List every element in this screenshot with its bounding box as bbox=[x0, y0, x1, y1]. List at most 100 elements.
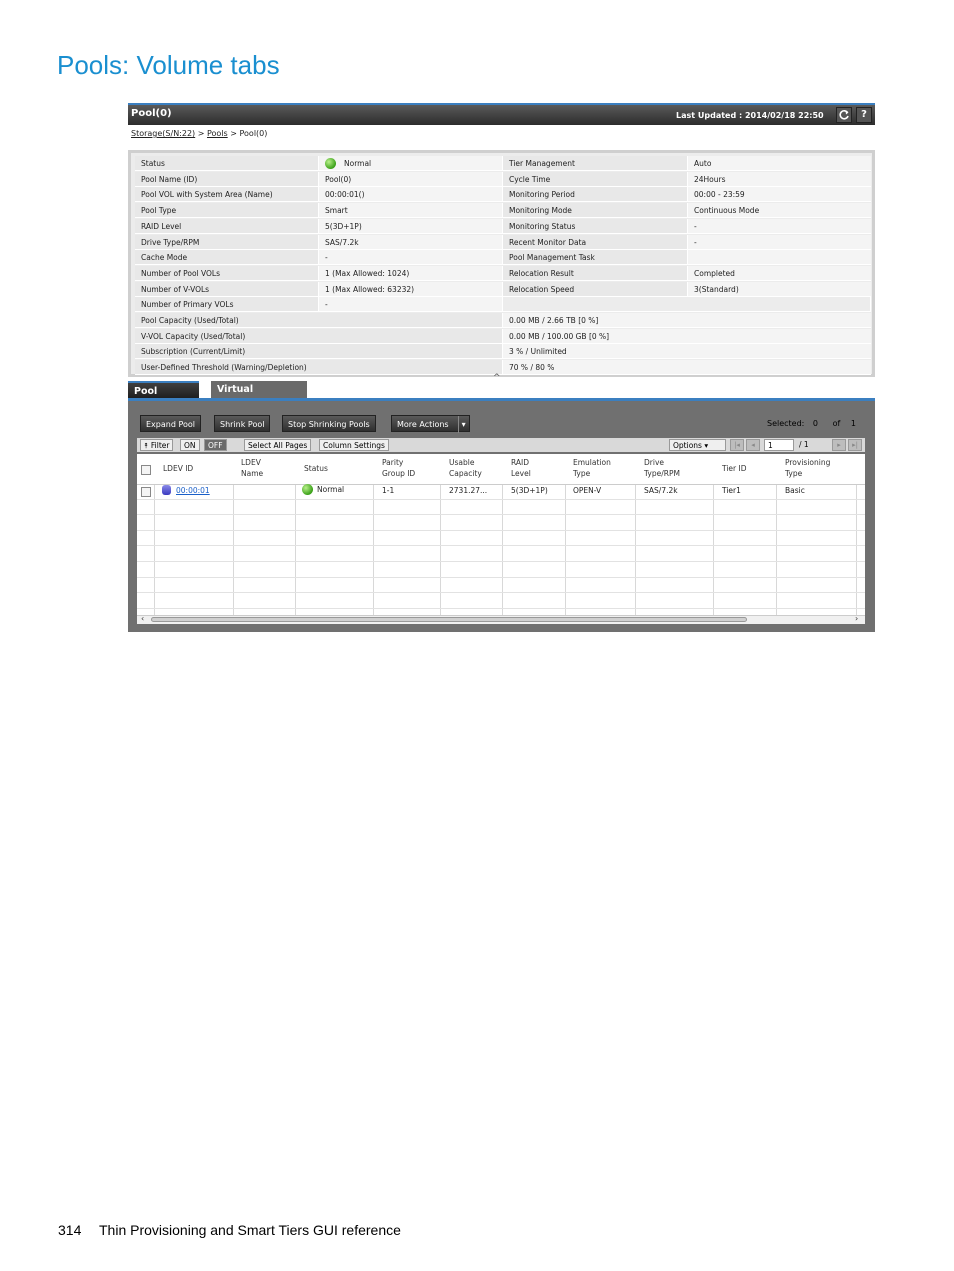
filter-on-toggle[interactable]: ON bbox=[180, 439, 200, 451]
tab-virtual-volumes[interactable]: Virtual Volumes bbox=[211, 381, 307, 413]
next-page-icon[interactable]: ▸ bbox=[832, 439, 846, 451]
summary-value: 24Hours bbox=[688, 171, 871, 187]
header-status[interactable]: Status bbox=[304, 464, 328, 475]
summary-label: Monitoring Mode bbox=[503, 203, 688, 219]
page-number-input[interactable]: 1 bbox=[764, 439, 794, 451]
options-button[interactable]: Options ▾ bbox=[669, 439, 726, 451]
raid-level-cell: 5(3D+1P) bbox=[511, 486, 548, 495]
selection-count: Selected: 0 of 1 bbox=[767, 419, 856, 428]
header-tier-id[interactable]: Tier ID bbox=[722, 464, 747, 475]
summary-label: Number of V-VOLs bbox=[135, 281, 319, 297]
refresh-icon[interactable] bbox=[836, 107, 852, 123]
summary-value: 1 (Max Allowed: 1024) bbox=[319, 265, 503, 281]
summary-label: V-VOL Capacity (Used/Total) bbox=[135, 328, 503, 344]
table-row[interactable]: 00:00:01 Normal 1-1 2731.27... 5(3D+1P) … bbox=[137, 483, 865, 500]
summary-label: Pool Management Task bbox=[503, 250, 688, 266]
filter-off-toggle[interactable]: OFF bbox=[204, 439, 227, 451]
drive-type-cell: SAS/7.2k bbox=[644, 486, 678, 495]
page-total: / 1 bbox=[799, 440, 809, 449]
chevron-down-icon: ▾ bbox=[457, 416, 466, 433]
status-cell: Normal bbox=[302, 483, 345, 495]
header-usable-capacity[interactable]: Usable Capacity bbox=[449, 458, 482, 479]
page-footer: 314 Thin Provisioning and Smart Tiers GU… bbox=[58, 1222, 401, 1238]
more-actions-button[interactable]: More Actions ▾ bbox=[391, 415, 470, 433]
horizontal-scrollbar[interactable]: ‹ › bbox=[137, 614, 865, 624]
summary-label: Relocation Result bbox=[503, 265, 688, 281]
window-titlebar: Pool(0) Last Updated : 2014/02/18 22:50 … bbox=[128, 103, 875, 125]
pool-window: Pool(0) Last Updated : 2014/02/18 22:50 … bbox=[128, 103, 875, 632]
select-all-checkbox[interactable] bbox=[141, 465, 151, 475]
summary-value: 5(3D+1P) bbox=[319, 218, 503, 234]
row-checkbox[interactable] bbox=[141, 487, 151, 497]
expand-pool-button[interactable]: Expand Pool bbox=[140, 415, 202, 432]
breadcrumb-separator: > bbox=[230, 129, 237, 138]
scroll-right-icon[interactable]: › bbox=[855, 614, 858, 623]
header-provisioning-type[interactable]: Provisioning Type bbox=[785, 458, 830, 479]
summary-label: Number of Primary VOLs bbox=[135, 297, 319, 313]
summary-label: Pool Type bbox=[135, 203, 319, 219]
summary-label: User-Defined Threshold (Warning/Depletio… bbox=[135, 360, 503, 376]
first-page-icon[interactable]: |◂ bbox=[730, 439, 744, 451]
header-line: Parity bbox=[382, 458, 404, 467]
selected-label: Selected: bbox=[767, 419, 805, 428]
filter-button[interactable]: ⯭ Filter bbox=[140, 439, 174, 451]
header-line: Provisioning bbox=[785, 458, 831, 467]
status-text: Normal bbox=[317, 485, 345, 494]
summary-value: 1 (Max Allowed: 63232) bbox=[319, 281, 503, 297]
prev-page-icon[interactable]: ◂ bbox=[746, 439, 760, 451]
pool-volumes-table: LDEV ID LDEV Name Status Parity Group ID U… bbox=[137, 454, 865, 615]
summary-label: Pool VOL with System Area (Name) bbox=[135, 187, 319, 203]
stop-shrinking-pools-button[interactable]: Stop Shrinking Pools bbox=[282, 415, 376, 432]
summary-value: 3(Standard) bbox=[688, 281, 871, 297]
header-parity-group[interactable]: Parity Group ID bbox=[382, 458, 415, 479]
header-line: Drive bbox=[644, 458, 664, 467]
summary-value: 0.00 MB / 2.66 TB [0 %] bbox=[503, 313, 871, 328]
tab-pool-volumes[interactable]: Pool Volumes bbox=[128, 381, 199, 415]
table-row-empty bbox=[137, 578, 865, 594]
summary-label: Cache Mode bbox=[135, 250, 319, 266]
summary-value: Completed bbox=[688, 265, 871, 281]
pool-summary-panel: Status Normal Tier Management Auto Pool … bbox=[128, 150, 875, 377]
of-label: of bbox=[832, 419, 841, 428]
summary-value: Smart bbox=[319, 203, 503, 219]
summary-value bbox=[688, 250, 871, 266]
page-title: Pools: Volume tabs bbox=[57, 50, 280, 80]
last-updated: Last Updated : 2014/02/18 22:50 bbox=[676, 111, 824, 120]
header-drive-type[interactable]: Drive Type/RPM bbox=[644, 458, 680, 479]
column-settings-button[interactable]: Column Settings bbox=[319, 439, 389, 451]
select-all-pages-button[interactable]: Select All Pages bbox=[244, 439, 312, 451]
table-row-empty bbox=[137, 515, 865, 531]
header-raid-level[interactable]: RAID Level bbox=[511, 458, 531, 479]
header-emulation-type[interactable]: Emulation Type bbox=[573, 458, 611, 479]
more-actions-label: More Actions bbox=[397, 420, 449, 429]
help-button[interactable]: ? bbox=[856, 107, 872, 123]
shrink-pool-button[interactable]: Shrink Pool bbox=[214, 415, 271, 432]
last-page-icon[interactable]: ▸| bbox=[848, 439, 862, 451]
summary-label: Recent Monitor Data bbox=[503, 234, 688, 250]
ldev-id-cell: 00:00:01 bbox=[162, 485, 210, 495]
header-line: Type bbox=[785, 468, 803, 478]
breadcrumb-storage[interactable]: Storage(S/N:22) bbox=[131, 129, 195, 138]
summary-value: 00:00:01() bbox=[319, 187, 503, 203]
summary-value: Normal bbox=[319, 156, 503, 171]
header-ldev-name[interactable]: LDEV Name bbox=[241, 458, 263, 479]
selected-count: 0 bbox=[812, 419, 819, 428]
breadcrumb: Storage(S/N:22) > Pools > Pool(0) bbox=[131, 129, 267, 138]
ldev-id-link[interactable]: 00:00:01 bbox=[176, 486, 210, 495]
table-row-empty bbox=[137, 531, 865, 547]
summary-label: Monitoring Period bbox=[503, 187, 688, 203]
summary-value: SAS/7.2k bbox=[319, 234, 503, 250]
header-line: Group ID bbox=[382, 468, 416, 478]
table-row-empty bbox=[137, 546, 865, 562]
breadcrumb-pools[interactable]: Pools bbox=[207, 129, 228, 138]
summary-value: - bbox=[688, 234, 871, 250]
header-ldev-id[interactable]: LDEV ID bbox=[163, 464, 193, 475]
scroll-left-icon[interactable]: ‹ bbox=[141, 614, 144, 623]
scrollbar-thumb[interactable] bbox=[151, 617, 747, 622]
provisioning-type-cell: Basic bbox=[785, 486, 805, 495]
table-row-empty bbox=[137, 500, 865, 516]
summary-value: Auto bbox=[688, 156, 871, 171]
header-line: Capacity bbox=[449, 468, 482, 478]
summary-label: Pool Capacity (Used/Total) bbox=[135, 313, 503, 328]
summary-value: - bbox=[688, 218, 871, 234]
